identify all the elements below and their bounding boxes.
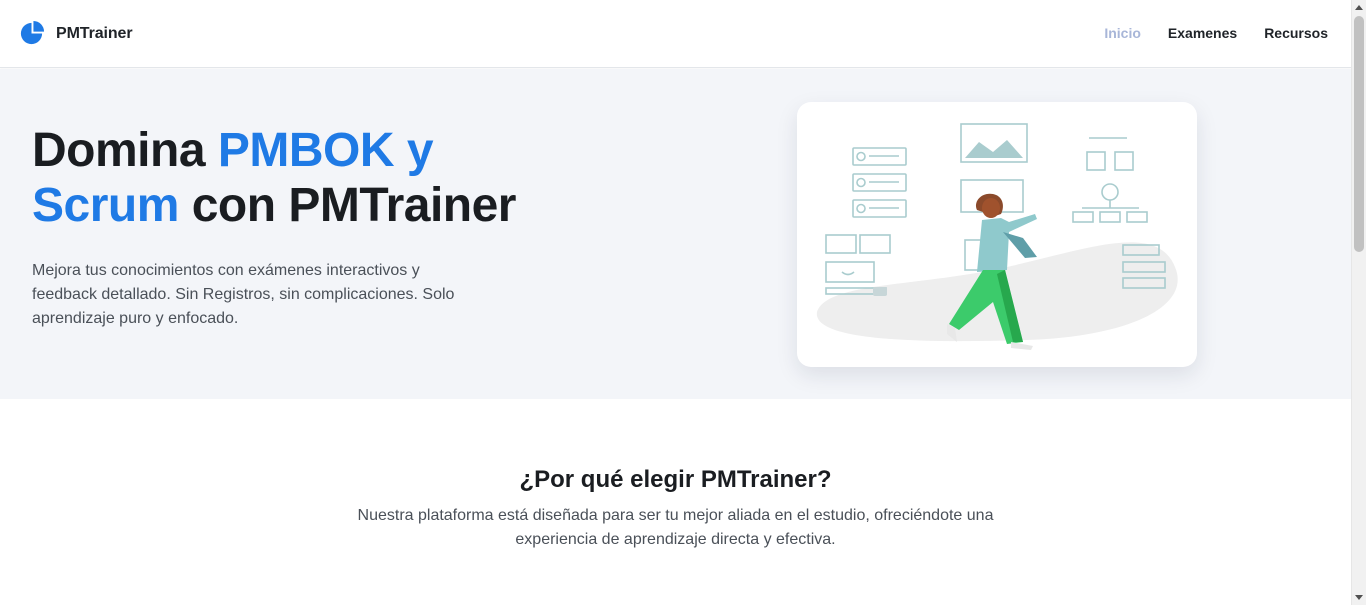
brand-logo[interactable]: PMTrainer (18, 20, 133, 47)
person-presenting-dashboard-illustration (816, 123, 1178, 350)
nav-link-recursos[interactable]: Recursos (1264, 25, 1328, 41)
scroll-thumb[interactable] (1354, 16, 1364, 252)
page: PMTrainer Inicio Examenes Recursos Domin… (0, 0, 1351, 605)
hero-illustration-card (797, 102, 1197, 367)
top-navbar: PMTrainer Inicio Examenes Recursos (0, 0, 1351, 68)
brand-name: PMTrainer (56, 24, 133, 42)
scroll-down-arrow-icon[interactable] (1355, 595, 1363, 600)
nav-link-examenes[interactable]: Examenes (1168, 25, 1237, 41)
hero-title-part2: con PMTrainer (178, 179, 517, 232)
hero-title: Domina PMBOK y Scrum con PMTrainer (32, 123, 592, 233)
main-nav: Inicio Examenes Recursos (1104, 25, 1328, 41)
hero-section: Domina PMBOK y Scrum con PMTrainer Mejor… (0, 69, 1351, 399)
nav-link-inicio[interactable]: Inicio (1104, 25, 1141, 41)
features-title: ¿Por qué elegir PMTrainer? (519, 466, 832, 493)
pie-chart-icon (20, 20, 45, 45)
hero-description: Mejora tus conocimientos con exámenes in… (32, 262, 455, 327)
vertical-scrollbar[interactable] (1351, 0, 1366, 605)
scroll-up-arrow-icon[interactable] (1355, 5, 1363, 10)
features-description: Nuestra plataforma está diseñada para se… (357, 507, 994, 548)
hero-title-part1: Domina (32, 124, 218, 177)
